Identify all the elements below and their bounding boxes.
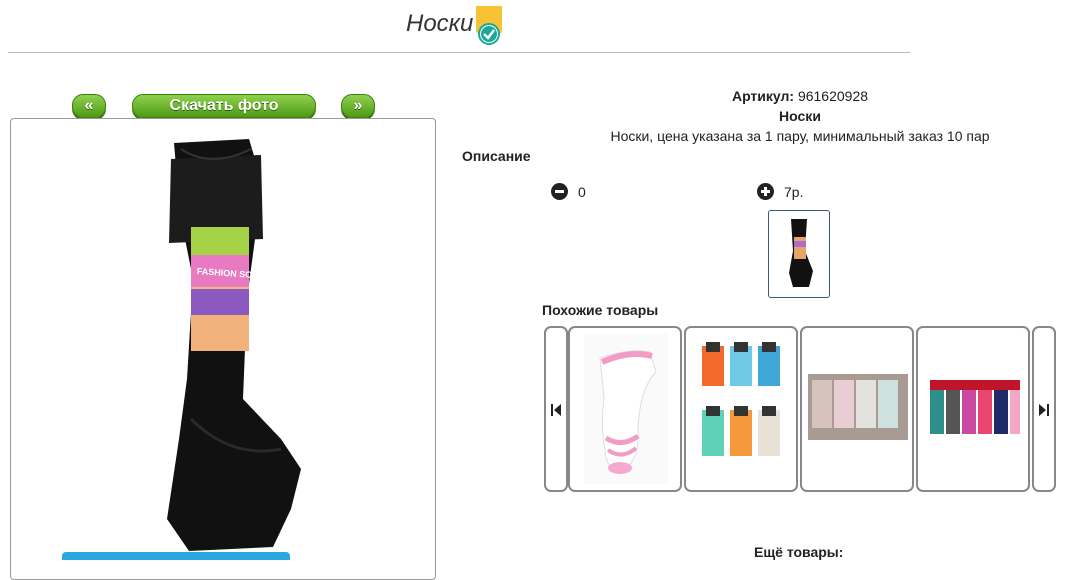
verified-badge-icon bbox=[476, 6, 502, 45]
quantity-value: 0 bbox=[578, 184, 586, 200]
similar-product-image bbox=[808, 374, 908, 440]
similar-product-card[interactable] bbox=[916, 326, 1030, 492]
sku-value: 961620928 bbox=[797, 88, 869, 104]
download-photo-button[interactable]: Скачать фото bbox=[132, 94, 316, 118]
carousel-prev-button[interactable] bbox=[544, 326, 568, 492]
skip-forward-icon bbox=[1039, 404, 1049, 416]
similar-products-label: Похожие товары bbox=[542, 302, 659, 318]
header-divider bbox=[8, 52, 910, 53]
main-photo-frame: FASHION SOCKS МАРИНА bbox=[10, 118, 436, 580]
similar-product-card[interactable] bbox=[800, 326, 914, 492]
plus-icon[interactable] bbox=[757, 183, 774, 200]
photo-thumbnail[interactable] bbox=[768, 210, 830, 298]
carousel-next-button[interactable] bbox=[1032, 326, 1056, 492]
product-summary: Носки, цена указана за 1 пару, минимальн… bbox=[610, 128, 990, 144]
sku-label: Артикул: bbox=[731, 88, 795, 104]
more-products-label: Ещё товары: bbox=[754, 544, 844, 560]
next-photo-button[interactable]: » bbox=[341, 94, 375, 118]
product-photo[interactable]: FASHION SOCKS МАРИНА bbox=[11, 119, 435, 559]
prev-photo-button[interactable]: « bbox=[72, 94, 106, 118]
page-title: Носки bbox=[406, 10, 474, 37]
similar-product-card[interactable] bbox=[684, 326, 798, 492]
similar-product-card[interactable] bbox=[568, 326, 682, 492]
thumbnail-image bbox=[789, 219, 813, 287]
similar-product-image bbox=[702, 342, 780, 456]
price-value: 7р. bbox=[784, 184, 804, 200]
similar-product-image bbox=[584, 334, 668, 484]
product-name: Носки bbox=[779, 108, 821, 124]
description-label: Описание bbox=[462, 148, 531, 164]
minus-icon[interactable] bbox=[551, 183, 568, 200]
sku-line: Артикул: 961620928 bbox=[540, 88, 1060, 104]
photo-footer-bar bbox=[62, 552, 290, 560]
skip-back-icon bbox=[551, 404, 561, 416]
similar-product-image bbox=[930, 380, 1020, 434]
